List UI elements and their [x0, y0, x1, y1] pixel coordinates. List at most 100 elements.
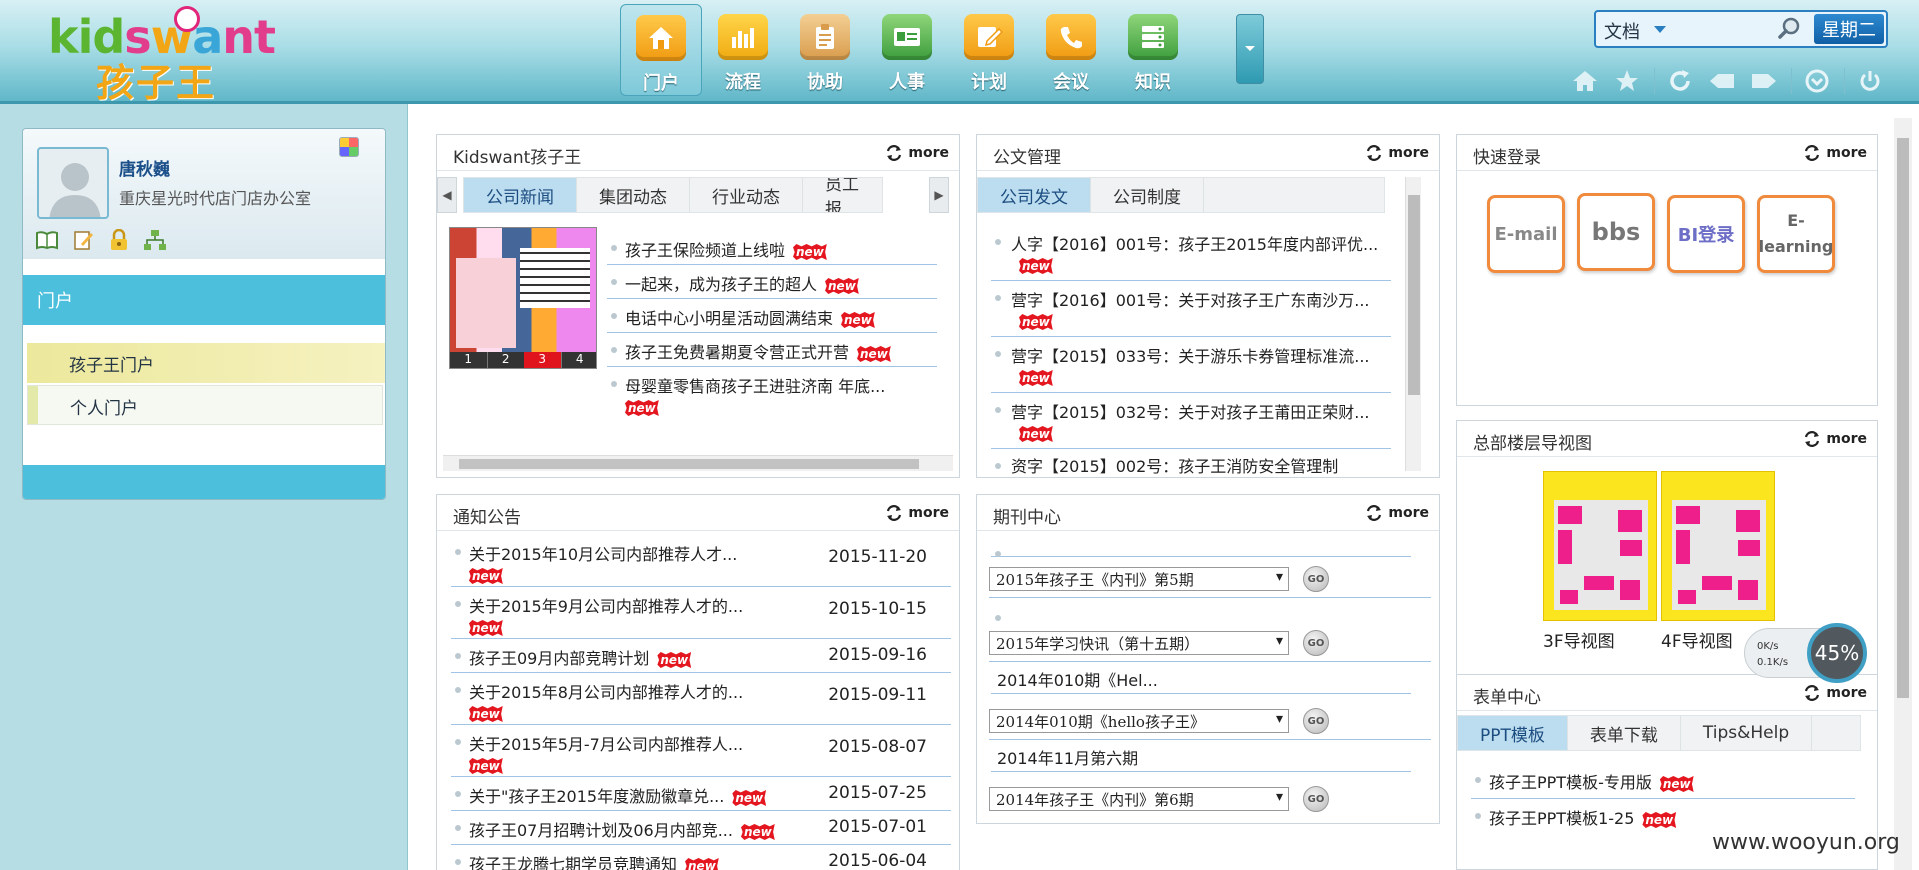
tab-staff-news[interactable]: 员工报	[803, 178, 863, 212]
go-button[interactable]: GO	[1303, 566, 1329, 592]
nav-assist[interactable]: 协助	[784, 4, 866, 96]
avatar[interactable]	[37, 147, 109, 219]
scroll-thumb[interactable]	[1897, 138, 1909, 698]
tab-group-news[interactable]: 集团动态	[577, 178, 690, 212]
scroll-thumb[interactable]	[459, 459, 919, 469]
list-item[interactable]: 孩子王保险频道上线啦 new	[607, 231, 937, 265]
go-button[interactable]: GO	[1303, 630, 1329, 656]
sidebar-item-kidswant-portal[interactable]: 孩子王门户	[27, 343, 385, 383]
tab-tips-help[interactable]: Tips&Help	[1681, 716, 1813, 750]
list-item[interactable]: 人字【2016】001号：孩子王2015年度内部评优...new	[991, 225, 1391, 281]
bbs-login-button[interactable]: bbs	[1577, 193, 1655, 271]
tab-company-rules[interactable]: 公司制度	[1091, 178, 1204, 212]
journal-select[interactable]: 2015年孩子王《内刊》第5期	[989, 567, 1289, 591]
tab-form-download[interactable]: 表单下载	[1568, 716, 1681, 750]
more-link[interactable]: more	[886, 505, 949, 521]
slide-dot[interactable]: 1	[450, 352, 487, 368]
home-icon[interactable]	[1568, 66, 1602, 96]
tab-industry-news[interactable]: 行业动态	[690, 178, 803, 212]
nav-portal[interactable]: 门户	[620, 4, 702, 96]
list-item[interactable]: 孩子王PPT模板-专用版 new	[1471, 763, 1855, 799]
list-item[interactable]: 关于2015年9月公司内部推荐人才的... new 2015-10-15	[451, 587, 951, 639]
lock-icon[interactable]	[107, 229, 131, 251]
elearning-login-button[interactable]: E-learning	[1757, 195, 1835, 273]
list-item[interactable]: 孩子王09月内部竞聘计划 new 2015-09-16	[451, 639, 951, 673]
list-item[interactable]: 关于2015年10月公司内部推荐人才... new 2015-11-20	[451, 535, 951, 587]
more-link[interactable]: more	[1804, 431, 1867, 447]
star-icon[interactable]	[1610, 66, 1644, 96]
tab-ppt-templates[interactable]: PPT模板	[1458, 716, 1568, 750]
floor-map-3f-label[interactable]: 3F导视图	[1543, 627, 1615, 652]
back-icon[interactable]	[1705, 66, 1739, 96]
search-icon[interactable]	[1778, 16, 1802, 40]
kidswant-logo[interactable]: kidswant 孩子王	[46, 6, 276, 105]
search-scope-select[interactable]: 文档	[1604, 18, 1640, 44]
sidebar-section-portal[interactable]: 门户	[23, 275, 385, 325]
journal-select[interactable]: 2014年010期《hello孩子王》	[989, 709, 1289, 733]
power-icon[interactable]	[1853, 66, 1887, 96]
journal-heading[interactable]: 2014年010期《Hel...	[997, 667, 1158, 691]
menu-circle-icon[interactable]	[1800, 66, 1834, 96]
logo-mascot-icon	[174, 6, 200, 32]
more-link[interactable]: more	[1804, 145, 1867, 161]
go-button[interactable]: GO	[1303, 786, 1329, 812]
floor-map-4f-label[interactable]: 4F导视图	[1661, 627, 1733, 652]
more-link[interactable]: more	[1366, 505, 1429, 521]
list-item[interactable]: 孩子王免费暑期夏令营正式开营 new	[607, 333, 937, 367]
page-scrollbar[interactable]	[1894, 118, 1912, 870]
news-slideshow-image[interactable]: 1 2 3 4	[449, 227, 597, 369]
caret-down-icon[interactable]	[1654, 26, 1666, 33]
nav-knowledge[interactable]: 知识	[1112, 4, 1194, 96]
list-item[interactable]: 营字【2016】001号：关于对孩子王广东南沙万...new	[991, 281, 1391, 337]
more-link[interactable]: more	[886, 145, 949, 161]
new-badge: new	[469, 620, 503, 636]
list-item[interactable]: 一起来，成为孩子王的超人 new	[607, 265, 937, 299]
nav-more-button[interactable]	[1236, 14, 1264, 84]
list-item[interactable]: 关于2015年8月公司内部推荐人才的... new 2015-09-11	[451, 673, 951, 725]
list-item[interactable]: 母婴童零售商孩子王进驻济南 年底... new	[607, 367, 937, 423]
slide-dot[interactable]: 2	[486, 352, 524, 368]
journal-select[interactable]: 2015年学习快讯（第十五期）	[989, 631, 1289, 655]
list-item[interactable]: 关于2015年5月-7月公司内部推荐人... new 2015-08-07	[451, 725, 951, 777]
tab-scroll-right-button[interactable]: ▶	[929, 177, 949, 213]
sidebar-item-personal-portal[interactable]: 个人门户	[27, 385, 383, 425]
journal-heading[interactable]: 2014年11月第六期	[997, 745, 1138, 769]
list-item[interactable]: 营字【2015】032号：关于对孩子王莆田正荣财...new	[991, 393, 1391, 449]
refresh-icon[interactable]	[1663, 66, 1697, 96]
theme-color-icon[interactable]	[339, 137, 359, 157]
journal-select[interactable]: 2014年孩子王《内刊》第6期	[989, 787, 1289, 811]
email-login-button[interactable]: E-mail	[1487, 195, 1565, 273]
go-button[interactable]: GO	[1303, 708, 1329, 734]
slide-dot[interactable]: 4	[560, 352, 596, 368]
list-item[interactable]: 营字【2015】033号：关于游乐卡券管理标准流...new	[991, 337, 1391, 393]
list-item[interactable]: 孩子王07月招聘计划及06月内部竞... new 2015-07-01	[451, 811, 951, 845]
tab-company-docs[interactable]: 公司发文	[978, 178, 1091, 212]
network-speed-widget[interactable]: 0K/s 0.1K/s 45%	[1744, 623, 1867, 683]
org-chart-icon[interactable]	[143, 229, 167, 251]
tab-company-news[interactable]: 公司新闻	[464, 178, 577, 212]
floor-map-3f-image[interactable]	[1543, 471, 1657, 621]
tab-scroll-left-button[interactable]: ◀	[437, 177, 457, 213]
scroll-thumb[interactable]	[1408, 195, 1420, 395]
list-item[interactable]: 电话中心小明星活动圆满结束 new	[607, 299, 937, 333]
horizontal-scrollbar[interactable]	[443, 455, 953, 471]
journal-heading[interactable]	[991, 601, 1411, 621]
list-item[interactable]: 资字【2015】002号：孩子王消防安全管理制	[991, 449, 1391, 477]
bi-login-button[interactable]: BI登录	[1667, 195, 1745, 273]
nav-meeting[interactable]: 会议	[1030, 4, 1112, 96]
list-item[interactable]: 孩子王龙腾七期学员竞聘通知 new 2015-06-04	[451, 845, 951, 870]
list-item[interactable]: 关于"孩子王2015年度激励徽章兑... new 2015-07-25	[451, 777, 951, 811]
journal-heading[interactable]	[991, 537, 1411, 557]
more-link[interactable]: more	[1366, 145, 1429, 161]
vertical-scrollbar[interactable]	[1405, 177, 1421, 471]
note-icon[interactable]	[71, 229, 95, 251]
slide-dot-active[interactable]: 3	[524, 352, 561, 368]
more-link[interactable]: more	[1804, 685, 1867, 701]
nav-plan[interactable]: 计划	[948, 4, 1030, 96]
forward-icon[interactable]	[1747, 66, 1781, 96]
nav-hr[interactable]: 人事	[866, 4, 948, 96]
floor-map-4f-image[interactable]	[1661, 471, 1775, 621]
nav-process[interactable]: 流程	[702, 4, 784, 96]
book-icon[interactable]	[35, 229, 59, 251]
user-name[interactable]: 唐秋巍	[119, 155, 170, 180]
